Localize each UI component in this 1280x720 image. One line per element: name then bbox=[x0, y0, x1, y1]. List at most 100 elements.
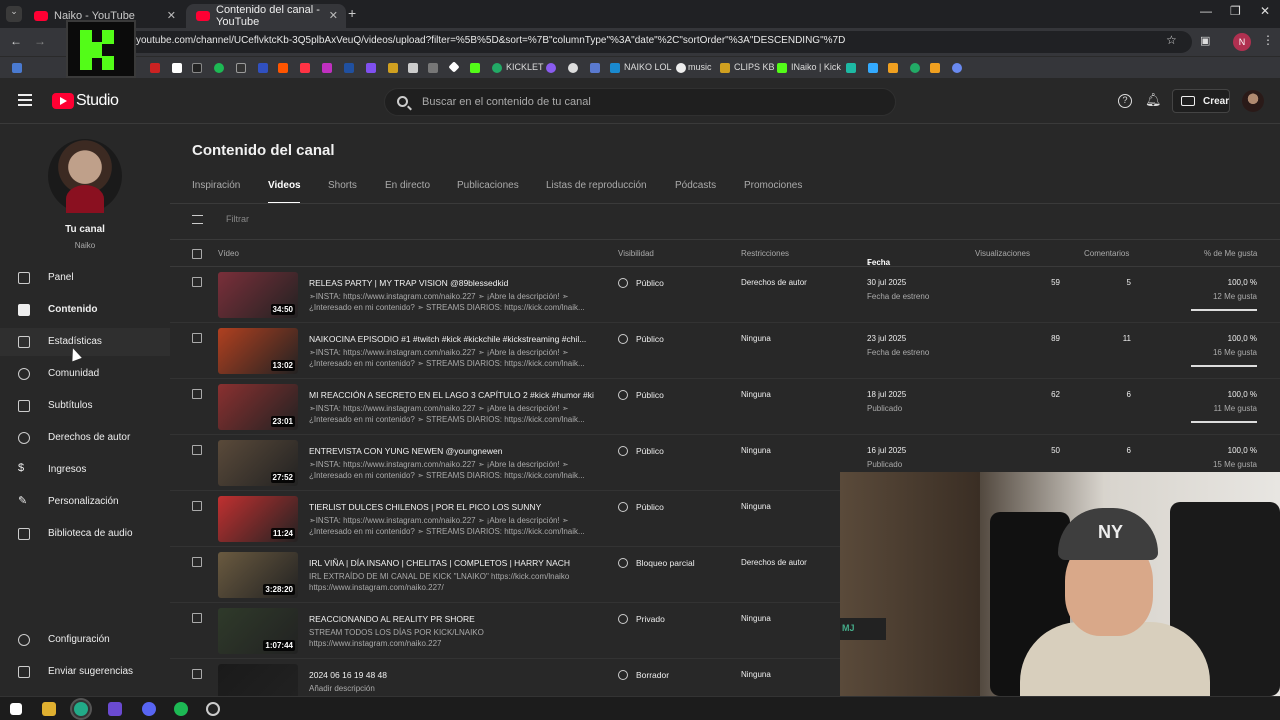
bookmark-icon[interactable] bbox=[910, 63, 920, 73]
new-tab-button[interactable]: + bbox=[348, 5, 356, 21]
file-explorer-icon[interactable] bbox=[42, 702, 56, 716]
sidebar-item-biblioteca[interactable]: Biblioteca de audio bbox=[0, 520, 170, 548]
create-button[interactable]: Crear bbox=[1172, 89, 1230, 113]
kick-icon[interactable] bbox=[777, 63, 787, 73]
tab-listas[interactable]: Listas de reproducción bbox=[546, 180, 647, 191]
back-icon[interactable]: ← bbox=[10, 34, 22, 48]
sidebar-item-comunidad[interactable]: Comunidad bbox=[0, 360, 170, 388]
bookmark-icon[interactable] bbox=[408, 63, 418, 73]
tab-promociones[interactable]: Promociones bbox=[744, 180, 802, 191]
header-comments[interactable]: Comentarios bbox=[1084, 249, 1129, 258]
table-row[interactable]: 13:02 NAIKOCINA EPISODIO #1 #twitch #kic… bbox=[170, 323, 1280, 379]
bookmark-icon[interactable] bbox=[952, 63, 962, 73]
table-row[interactable]: 23:01 MI REACCIÓN A SECRETO EN EL LAGO 3… bbox=[170, 379, 1280, 435]
bookmark-music[interactable]: music bbox=[688, 62, 712, 72]
search-input[interactable]: Buscar en el contenido de tu canal bbox=[384, 88, 896, 116]
row-checkbox[interactable] bbox=[192, 277, 202, 287]
video-thumbnail[interactable]: 3:28:20 bbox=[218, 552, 298, 598]
video-title[interactable]: IRL VIÑA | DÍA INSANO | CHELITAS | COMPL… bbox=[309, 558, 594, 568]
bookmark-icon[interactable] bbox=[930, 63, 940, 73]
row-checkbox[interactable] bbox=[192, 613, 202, 623]
bookmark-icon[interactable] bbox=[150, 63, 160, 73]
tab-videos[interactable]: Videos bbox=[268, 180, 301, 191]
bookmark-icon[interactable] bbox=[676, 63, 686, 73]
bookmark-icon[interactable] bbox=[258, 63, 268, 73]
video-title[interactable]: ENTREVISTA CON YUNG NEWEN @youngnewen bbox=[309, 446, 594, 456]
bookmark-icon[interactable] bbox=[868, 63, 878, 73]
app-icon[interactable] bbox=[108, 702, 122, 716]
bookmark-icon[interactable] bbox=[344, 63, 354, 73]
account-avatar[interactable] bbox=[1242, 90, 1264, 112]
row-checkbox[interactable] bbox=[192, 389, 202, 399]
row-checkbox[interactable] bbox=[192, 557, 202, 567]
obs-icon[interactable] bbox=[206, 702, 220, 716]
video-thumbnail[interactable]: 13:02 bbox=[218, 328, 298, 374]
video-thumbnail[interactable]: 27:52 bbox=[218, 440, 298, 486]
bookmark-icon[interactable] bbox=[428, 63, 438, 73]
extensions-icon[interactable]: ▣ bbox=[1200, 34, 1210, 47]
row-checkbox[interactable] bbox=[192, 501, 202, 511]
discord-icon[interactable] bbox=[142, 702, 156, 716]
video-thumbnail[interactable]: 11:24 bbox=[218, 496, 298, 542]
tiktok-icon[interactable] bbox=[192, 63, 202, 73]
bookmark-star-icon[interactable]: ☆ bbox=[1166, 33, 1177, 47]
bookmark-icon[interactable] bbox=[388, 63, 398, 73]
bookmark-clips-kb[interactable]: CLIPS KB bbox=[734, 62, 775, 72]
sidebar-item-contenido[interactable]: Contenido bbox=[0, 296, 170, 324]
x-icon[interactable] bbox=[172, 63, 182, 73]
bookmark-kicklet[interactable]: KICKLET bbox=[506, 62, 544, 72]
video-thumbnail[interactable]: 34:50 bbox=[218, 272, 298, 318]
video-thumbnail[interactable]: 23:01 bbox=[218, 384, 298, 430]
menu-icon[interactable] bbox=[18, 94, 32, 106]
bookmark-icon[interactable] bbox=[448, 61, 460, 73]
tab-shorts[interactable]: Shorts bbox=[328, 180, 357, 191]
bookmark-naiko-lol[interactable]: NAIKO LOL bbox=[624, 62, 672, 72]
video-title[interactable]: MI REACCIÓN A SECRETO EN EL LAGO 3 CAPÍT… bbox=[309, 390, 594, 400]
bookmark-icon[interactable] bbox=[590, 63, 600, 73]
soundcloud-icon[interactable] bbox=[278, 63, 288, 73]
restore-icon[interactable]: ❐ bbox=[1230, 4, 1241, 18]
tab-search-button[interactable]: ⌄ bbox=[6, 6, 22, 22]
video-title[interactable]: 2024 06 16 19 48 48 bbox=[309, 670, 594, 680]
tab-publicaciones[interactable]: Publicaciones bbox=[457, 180, 519, 191]
sidebar-item-personalizacion[interactable]: ✎ Personalización bbox=[0, 488, 170, 516]
bookmark-icon[interactable] bbox=[236, 63, 246, 73]
select-all-checkbox[interactable] bbox=[192, 249, 202, 259]
bookmark-icon[interactable] bbox=[568, 63, 578, 73]
sidebar-item-estadisticas[interactable]: Estadísticas bbox=[0, 328, 170, 356]
sidebar-item-ingresos[interactable]: $ Ingresos bbox=[0, 456, 170, 484]
bookmark-icon[interactable] bbox=[366, 63, 376, 73]
profile-avatar[interactable]: N bbox=[1233, 33, 1251, 51]
table-row[interactable]: 34:50 RELEAS PARTY | MY TRAP VISION @89b… bbox=[170, 267, 1280, 323]
forward-icon[interactable]: → bbox=[34, 34, 46, 48]
windows-start-icon[interactable] bbox=[10, 703, 22, 715]
close-tab-icon[interactable]: ✕ bbox=[329, 9, 338, 22]
channel-avatar[interactable] bbox=[48, 139, 122, 213]
bookmark-icon[interactable] bbox=[300, 63, 310, 73]
filter-bar[interactable]: Filtrar bbox=[170, 204, 1280, 239]
close-window-icon[interactable]: ✕ bbox=[1260, 4, 1270, 18]
tab-en-directo[interactable]: En directo bbox=[385, 180, 430, 191]
studio-logo-text[interactable]: Studio bbox=[76, 92, 119, 110]
youtube-logo-icon[interactable] bbox=[52, 93, 74, 109]
help-icon[interactable]: ? bbox=[1118, 94, 1132, 108]
bookmark-icon[interactable] bbox=[546, 63, 556, 73]
filter-icon[interactable] bbox=[192, 215, 203, 224]
minimize-icon[interactable]: — bbox=[1200, 4, 1212, 18]
notifications-icon[interactable]: 🔔︎ bbox=[1145, 92, 1162, 108]
tab-podcasts[interactable]: Pódcasts bbox=[675, 180, 716, 191]
video-title[interactable]: TIERLIST DULCES CHILENOS | POR EL PICO L… bbox=[309, 502, 594, 512]
header-likes[interactable]: % de Me gusta bbox=[1204, 249, 1257, 258]
bookmark-inaiko-kick[interactable]: INaiko | Kick bbox=[791, 62, 841, 72]
row-checkbox[interactable] bbox=[192, 669, 202, 679]
apps-grid-icon[interactable] bbox=[12, 63, 22, 73]
sidebar-item-derechos[interactable]: Derechos de autor bbox=[0, 424, 170, 452]
browser-tab-2[interactable]: Contenido del canal - YouTube ✕ bbox=[186, 4, 346, 28]
sidebar-item-sugerencias[interactable]: Enviar sugerencias bbox=[0, 658, 170, 686]
row-checkbox[interactable] bbox=[192, 333, 202, 343]
video-title[interactable]: RELEAS PARTY | MY TRAP VISION @89blessed… bbox=[309, 278, 594, 288]
spotify-icon[interactable] bbox=[214, 63, 224, 73]
sidebar-item-configuracion[interactable]: Configuración bbox=[0, 626, 170, 654]
video-thumbnail[interactable]: 1:07:44 bbox=[218, 608, 298, 654]
close-tab-icon[interactable]: ✕ bbox=[167, 9, 176, 22]
